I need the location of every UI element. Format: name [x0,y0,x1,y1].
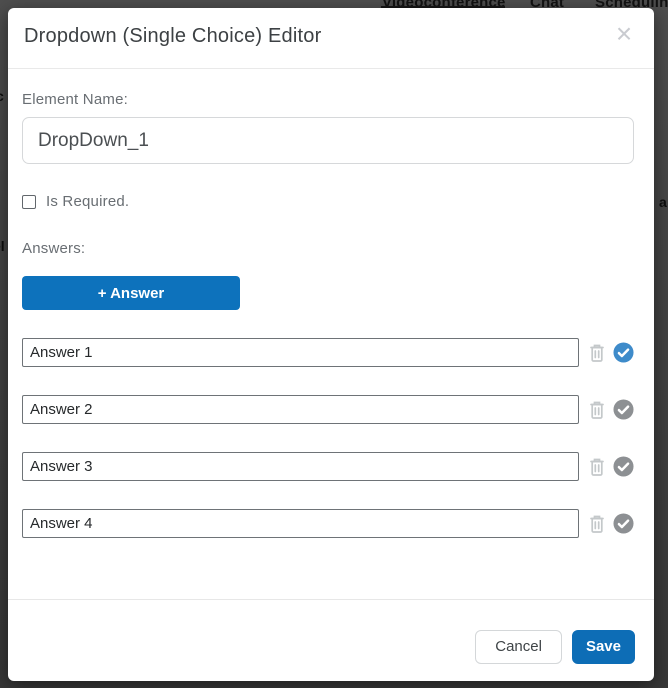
is-required-label: Is Required. [46,193,129,210]
check-circle-icon [613,456,634,477]
save-button[interactable]: Save [572,630,635,664]
element-name-input[interactable] [22,117,634,164]
dialog-title: Dropdown (Single Choice) Editor [24,25,638,48]
delete-answer-button[interactable] [588,456,606,478]
dialog-footer: Cancel Save [8,599,654,681]
close-icon[interactable]: × [610,20,638,48]
trash-icon [589,457,605,477]
delete-answer-button[interactable] [588,399,606,421]
add-answer-button[interactable]: + Answer [22,276,240,310]
background-text-fragment: c [0,88,4,104]
dialog-body: Element Name: Is Required. Answers: + An… [8,91,654,538]
cancel-button[interactable]: Cancel [475,630,562,664]
answers-label: Answers: [22,240,634,257]
default-answer-toggle[interactable] [612,342,634,364]
is-required-row: Is Required. [22,193,634,210]
background-text-fragment: a [659,194,667,210]
background-text-fragment: el [0,238,5,254]
default-answer-toggle[interactable] [612,456,634,478]
delete-answer-button[interactable] [588,342,606,364]
check-circle-icon [613,342,634,363]
trash-icon [589,343,605,363]
answer-text-input[interactable] [22,452,579,481]
is-required-checkbox[interactable] [22,195,36,209]
trash-icon [589,400,605,420]
answer-row [22,338,634,367]
delete-answer-button[interactable] [588,513,606,535]
check-circle-icon [613,399,634,420]
answer-row [22,395,634,424]
default-answer-toggle[interactable] [612,513,634,535]
dropdown-editor-dialog: Dropdown (Single Choice) Editor × Elemen… [8,8,654,681]
answer-row [22,509,634,538]
element-name-label: Element Name: [22,91,634,108]
answer-text-input[interactable] [22,395,579,424]
default-answer-toggle[interactable] [612,399,634,421]
answer-row [22,452,634,481]
check-circle-icon [613,513,634,534]
trash-icon [589,514,605,534]
dialog-header: Dropdown (Single Choice) Editor × [8,8,654,69]
answers-list [22,338,634,538]
answer-text-input[interactable] [22,338,579,367]
answer-text-input[interactable] [22,509,579,538]
